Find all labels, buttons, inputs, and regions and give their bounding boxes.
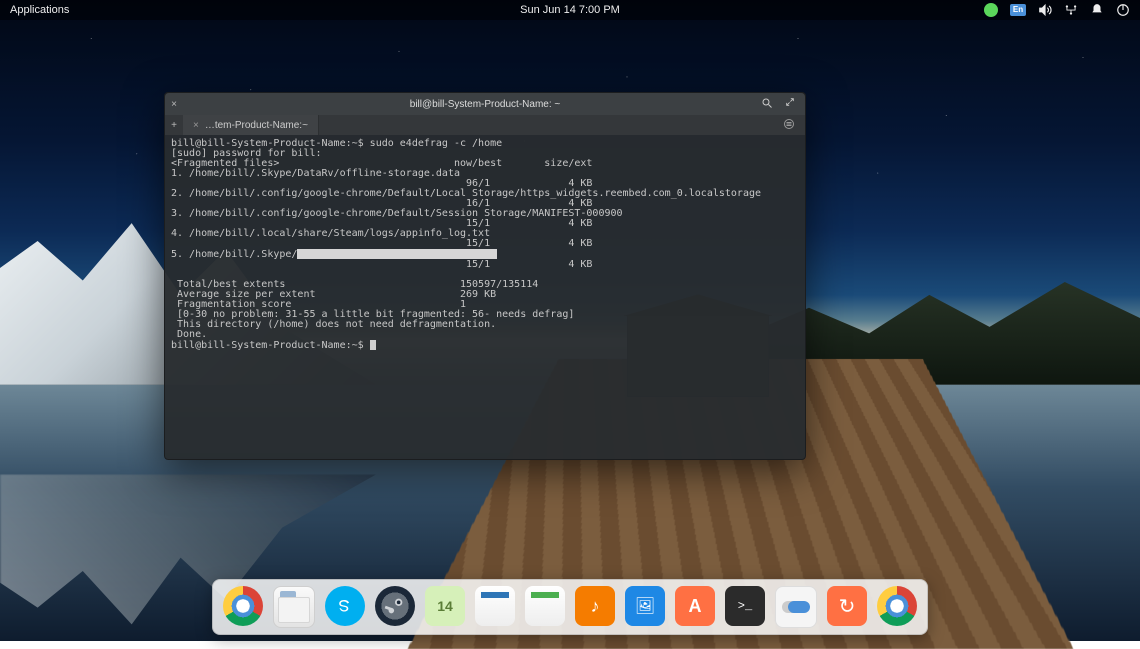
clock[interactable]: Sun Jun 14 7:00 PM bbox=[0, 0, 1140, 20]
terminal-cursor bbox=[370, 340, 376, 350]
new-tab-button[interactable]: + bbox=[165, 120, 183, 131]
tab-label: …tem-Product-Name:~ bbox=[205, 120, 308, 131]
dock bbox=[212, 579, 928, 635]
dock-app-software[interactable] bbox=[675, 586, 715, 626]
dock-app-chrome[interactable] bbox=[223, 586, 263, 626]
dock-app-steam[interactable] bbox=[375, 586, 415, 626]
power-icon[interactable] bbox=[1116, 3, 1130, 17]
top-menubar: Applications Sun Jun 14 7:00 PM En bbox=[0, 0, 1140, 20]
dock-app-terminal[interactable] bbox=[725, 586, 765, 626]
dock-app-skype[interactable] bbox=[325, 586, 365, 626]
dock-app-calc[interactable] bbox=[525, 586, 565, 626]
dock-app-music[interactable] bbox=[575, 586, 615, 626]
terminal-selection bbox=[297, 249, 497, 259]
status-ok-icon[interactable] bbox=[984, 3, 998, 17]
term-prompt: bill@bill-System-Product-Name:~$ bbox=[171, 340, 370, 351]
window-maximize-button[interactable] bbox=[785, 97, 795, 112]
volume-icon[interactable] bbox=[1038, 3, 1052, 17]
terminal-tabbar: + × …tem-Product-Name:~ bbox=[165, 115, 805, 135]
applications-menu[interactable]: Applications bbox=[10, 0, 69, 20]
term-line: Done. bbox=[171, 329, 207, 340]
terminal-tab[interactable]: × …tem-Product-Name:~ bbox=[183, 115, 319, 135]
dock-app-chrome-2[interactable] bbox=[877, 586, 917, 626]
search-icon[interactable] bbox=[761, 97, 773, 112]
notifications-icon[interactable] bbox=[1090, 3, 1104, 17]
keyboard-layout-indicator[interactable]: En bbox=[1010, 4, 1026, 16]
term-line: 15/1 4 KB bbox=[171, 238, 592, 249]
dock-app-settings[interactable] bbox=[775, 586, 817, 628]
window-close-button[interactable]: × bbox=[165, 99, 183, 110]
dock-app-writer[interactable] bbox=[475, 586, 515, 626]
terminal-menu-button[interactable] bbox=[773, 118, 805, 133]
term-line: 15/1 4 KB bbox=[171, 259, 592, 270]
terminal-titlebar[interactable]: × bill@bill-System-Product-Name: ~ bbox=[165, 93, 805, 115]
terminal-window[interactable]: × bill@bill-System-Product-Name: ~ + × …… bbox=[164, 92, 806, 460]
dock-app-files[interactable] bbox=[273, 586, 315, 628]
dock-app-calendar[interactable] bbox=[425, 586, 465, 626]
network-icon[interactable] bbox=[1064, 3, 1078, 17]
dock-app-update[interactable] bbox=[827, 586, 867, 626]
window-title: bill@bill-System-Product-Name: ~ bbox=[165, 99, 805, 110]
tab-close-icon[interactable]: × bbox=[193, 120, 199, 131]
terminal-output[interactable]: bill@bill-System-Product-Name:~$ sudo e4… bbox=[165, 135, 805, 459]
dock-app-photos[interactable] bbox=[625, 586, 665, 626]
term-line: This directory (/home) does not need def… bbox=[171, 319, 496, 330]
